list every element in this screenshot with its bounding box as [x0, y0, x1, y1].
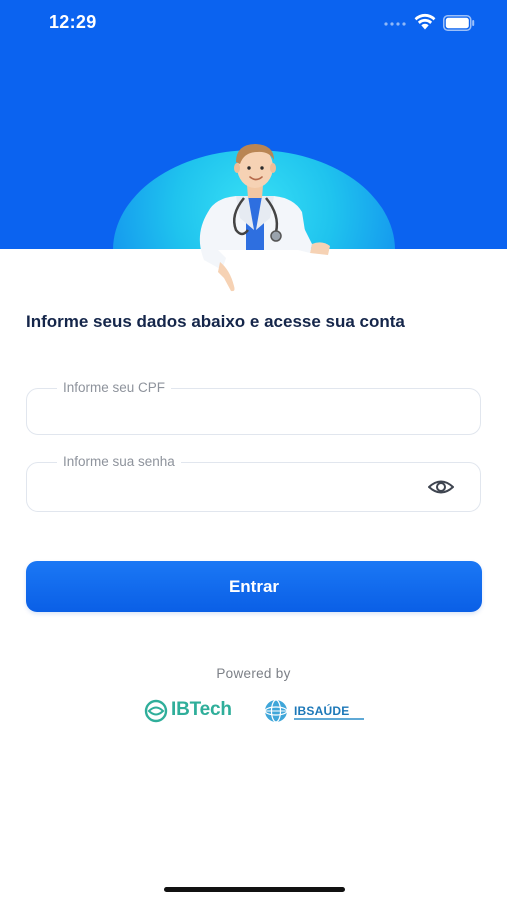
battery-icon — [443, 15, 475, 31]
ibsaude-globe-icon — [264, 699, 288, 723]
wifi-icon — [414, 13, 436, 30]
cpf-input[interactable] — [41, 399, 425, 427]
password-input[interactable] — [41, 473, 425, 501]
eye-icon[interactable] — [426, 475, 456, 499]
ibsaude-logo-underline — [294, 718, 364, 720]
login-button[interactable]: Entrar — [26, 561, 482, 612]
ibsaude-logo-text: IBSAÚDE — [294, 704, 350, 718]
status-time: 12:29 — [49, 12, 97, 32]
cellular-signal-icon — [384, 22, 406, 26]
powered-by-text: Powered by — [216, 666, 291, 681]
doctor-illustration — [199, 144, 330, 292]
status-bar: 12:29 — [0, 0, 507, 46]
home-indicator[interactable] — [164, 887, 345, 892]
ibtech-logo-text: IBTech — [171, 699, 232, 720]
cpf-field[interactable]: Informe seu CPF — [26, 379, 481, 435]
password-field-label: Informe sua senha — [57, 453, 181, 471]
password-field[interactable]: Informe sua senha — [26, 453, 481, 512]
page-headline: Informe seus dados abaixo e acesse sua c… — [26, 312, 405, 331]
ibtech-globe-icon — [144, 699, 168, 723]
cpf-field-label: Informe seu CPF — [57, 379, 172, 397]
